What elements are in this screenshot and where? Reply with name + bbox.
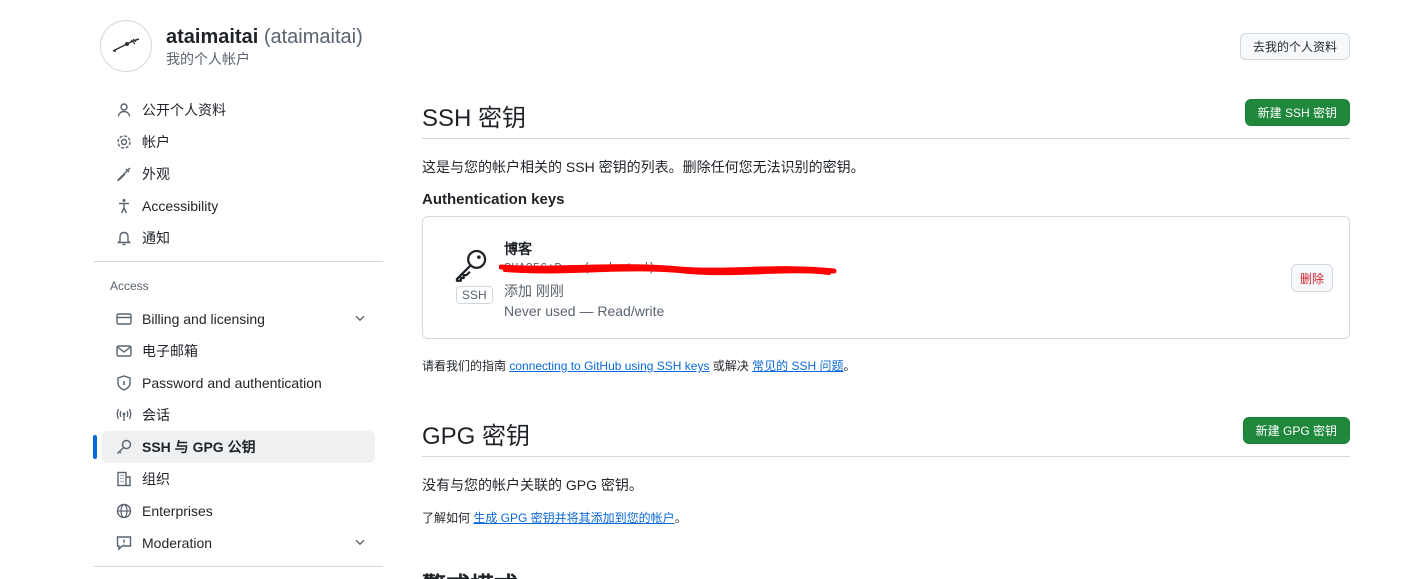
sidebar-item-label: 通知 <box>142 230 170 246</box>
sidebar-divider <box>94 566 383 567</box>
key-icon <box>453 247 489 286</box>
avatar[interactable] <box>100 20 152 72</box>
ssh-key-usage: Never used — Read/write <box>504 303 665 319</box>
ssh-key-item: SSH 博客 SHA256:P...(redacted) 添加 刚刚 Never… <box>422 216 1350 339</box>
ssh-badge: SSH <box>456 286 493 304</box>
redaction-scribble <box>499 264 837 276</box>
gpg-help-suffix: 。 <box>674 511 687 525</box>
chevron-down-icon[interactable] <box>353 535 367 552</box>
globe-icon <box>116 503 132 519</box>
sidebar-item-label: Accessibility <box>142 198 219 214</box>
sidebar-item-enterprises[interactable]: Enterprises <box>102 495 375 527</box>
sidebar-item-account[interactable]: 帐户 <box>102 126 375 158</box>
shield-lock-icon <box>116 375 132 391</box>
ssh-description: 这是与您的帐户相关的 SSH 密钥的列表。删除任何您无法识别的密钥。 <box>422 159 865 175</box>
person-icon <box>116 102 132 118</box>
avatar-image <box>112 38 140 52</box>
ssh-help-suffix: 。 <box>843 359 856 373</box>
profile-login: (ataimaitai) <box>263 26 363 48</box>
profile-subtitle: 我的个人帐户 <box>166 51 250 67</box>
sidebar-item-password-auth[interactable]: Password and authentication <box>102 367 375 399</box>
broadcast-icon <box>116 407 132 423</box>
ssh-troubleshoot-link[interactable]: 常见的 SSH 问题 <box>752 359 843 373</box>
sidebar-item-label: Billing and licensing <box>142 311 265 327</box>
gpg-description: 没有与您的帐户关联的 GPG 密钥。 <box>422 477 643 493</box>
sidebar-item-appearance[interactable]: 外观 <box>102 158 375 190</box>
ssh-section-title: SSH 密钥 <box>422 105 527 132</box>
gpg-help-prefix: 了解如何 <box>422 511 474 525</box>
sidebar-item-label: 外观 <box>142 166 170 182</box>
sidebar-heading-access: Access <box>110 279 149 293</box>
mail-icon <box>116 343 132 359</box>
sidebar-item-label: 帐户 <box>142 134 170 150</box>
profile-username[interactable]: ataimaitai <box>166 26 258 48</box>
report-icon <box>116 535 132 551</box>
go-to-profile-button[interactable]: 去我的个人资料 <box>1240 33 1350 60</box>
accessibility-icon <box>116 198 132 214</box>
sidebar-item-label: Enterprises <box>142 503 213 519</box>
credit-card-icon <box>116 311 132 327</box>
profile-name: ataimaitai (ataimaitai) <box>166 24 363 50</box>
paintbrush-icon <box>116 166 132 182</box>
gpg-section-title: GPG 密钥 <box>422 423 531 450</box>
sidebar-item-billing[interactable]: Billing and licensing <box>102 303 375 335</box>
ssh-help-text: 请看我们的指南 connecting to GitHub using SSH k… <box>422 357 1350 374</box>
settings-sidebar: 公开个人资料 帐户 外观 Accessibility 通知 Access Bil… <box>93 94 383 574</box>
main-content: SSH 密钥 新建 SSH 密钥 这是与您的帐户相关的 SSH 密钥的列表。删除… <box>422 94 1350 579</box>
ssh-guide-link[interactable]: connecting to GitHub using SSH keys <box>509 359 709 373</box>
gpg-section-header: GPG 密钥 新建 GPG 密钥 <box>422 412 1350 457</box>
sidebar-item-label: 组织 <box>142 471 170 487</box>
sidebar-item-label: Password and authentication <box>142 375 322 391</box>
auth-keys-heading: Authentication keys <box>422 191 565 208</box>
sidebar-divider <box>94 261 383 262</box>
sidebar-item-public-profile[interactable]: 公开个人资料 <box>102 94 375 126</box>
ssh-key-title: 博客 <box>504 241 532 257</box>
new-gpg-key-button[interactable]: 新建 GPG 密钥 <box>1242 417 1350 444</box>
ssh-section-header: SSH 密钥 新建 SSH 密钥 <box>422 94 1350 139</box>
new-ssh-key-button[interactable]: 新建 SSH 密钥 <box>1244 99 1350 126</box>
sidebar-item-accessibility[interactable]: Accessibility <box>102 190 375 222</box>
sidebar-item-ssh-gpg-keys[interactable]: SSH 与 GPG 公钥 <box>93 431 375 463</box>
sidebar-item-notifications[interactable]: 通知 <box>102 222 375 254</box>
gear-icon <box>116 134 132 150</box>
gpg-help-text: 了解如何 生成 GPG 密钥并将其添加到您的帐户。 <box>422 509 1350 526</box>
delete-key-button[interactable]: 删除 <box>1291 264 1333 292</box>
sidebar-item-email[interactable]: 电子邮箱 <box>102 335 375 367</box>
key-icon <box>116 439 132 455</box>
vigilant-mode-title: 警戒模式 <box>422 566 518 579</box>
sidebar-item-label: SSH 与 GPG 公钥 <box>142 439 256 455</box>
bell-icon <box>116 230 132 246</box>
gpg-generate-link[interactable]: 生成 GPG 密钥并将其添加到您的帐户 <box>473 511 674 525</box>
profile-header: ataimaitai (ataimaitai) 我的个人帐户 <box>100 20 363 72</box>
chevron-down-icon[interactable] <box>353 311 367 328</box>
sidebar-item-moderation[interactable]: Moderation <box>102 527 375 559</box>
ssh-key-added: 添加 刚刚 <box>504 283 564 299</box>
ssh-help-prefix: 请看我们的指南 <box>422 359 510 373</box>
organization-icon <box>116 471 132 487</box>
sidebar-item-label: Moderation <box>142 535 213 551</box>
sidebar-item-label: 电子邮箱 <box>142 343 198 359</box>
ssh-help-middle: 或解决 <box>709 359 753 373</box>
sidebar-item-sessions[interactable]: 会话 <box>102 399 375 431</box>
sidebar-item-label: 会话 <box>142 407 170 423</box>
sidebar-item-label: 公开个人资料 <box>142 102 226 118</box>
sidebar-item-organizations[interactable]: 组织 <box>102 463 375 495</box>
